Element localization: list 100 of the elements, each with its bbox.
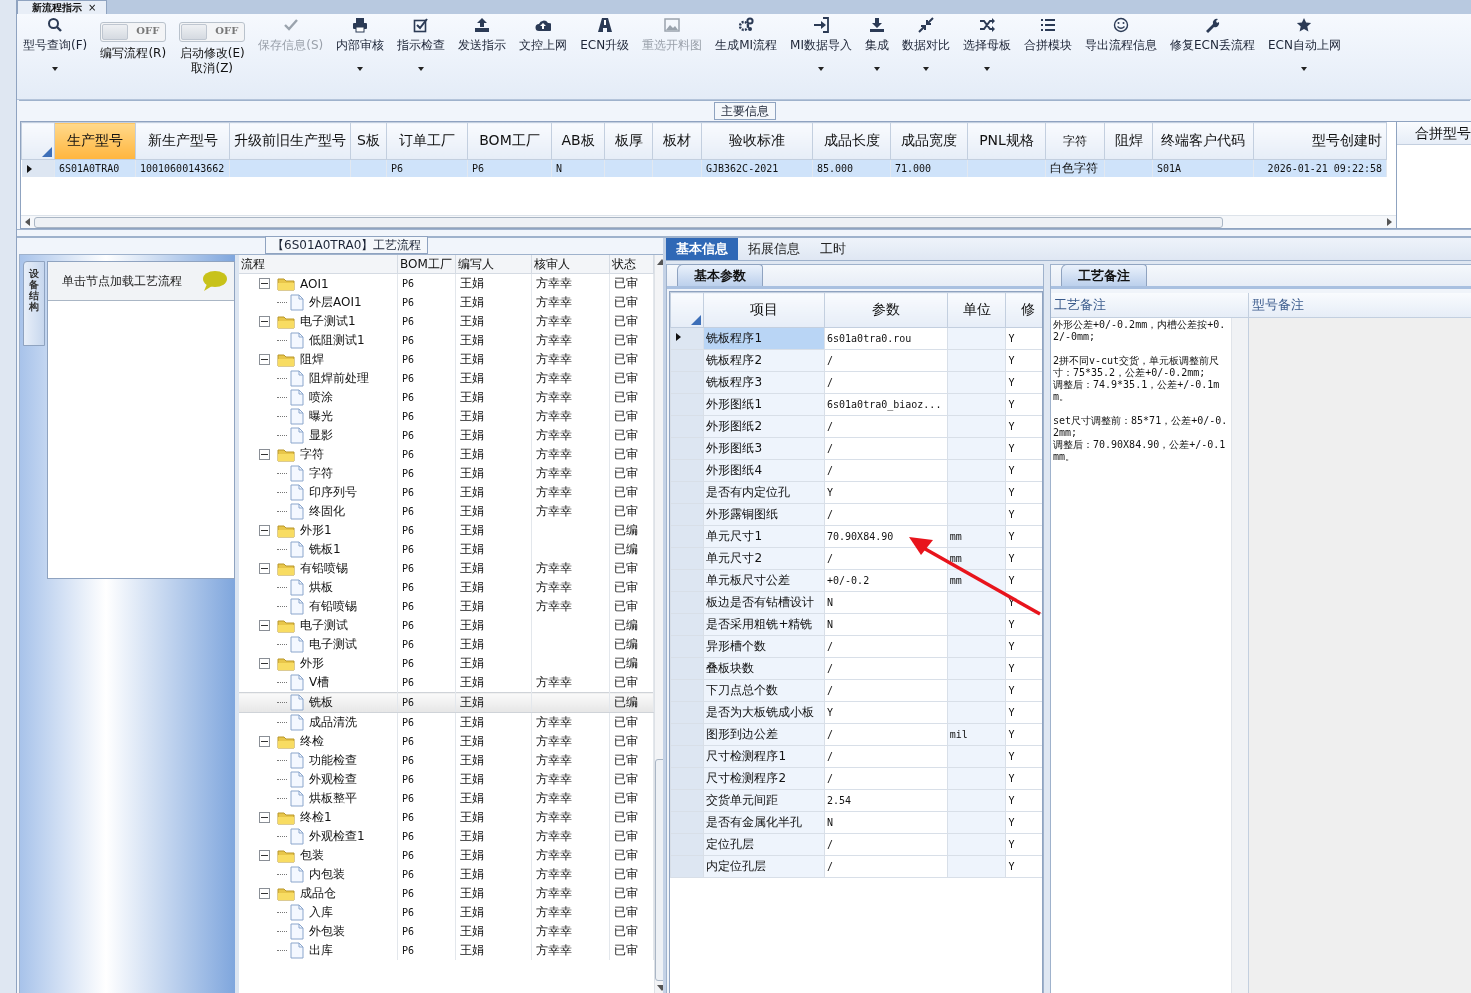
tree-row[interactable]: 铣板 P6 王娟 已编 bbox=[239, 692, 654, 713]
panel-tab[interactable]: 工艺备注 bbox=[1061, 264, 1147, 286]
toolbar-button[interactable]: 型号查询(F) bbox=[23, 14, 88, 87]
collapse-icon[interactable] bbox=[259, 449, 270, 460]
document-tab[interactable]: 新流程指示 × bbox=[17, 0, 108, 14]
column-header[interactable]: 升级前旧生产型号 bbox=[229, 122, 351, 160]
toggle-switch[interactable]: OFF bbox=[179, 22, 246, 42]
collapse-icon[interactable] bbox=[259, 563, 270, 574]
column-header[interactable]: 流程 bbox=[239, 255, 398, 274]
tree-row[interactable]: 成品清洗 P6 王娟 方幸幸 已审 bbox=[239, 712, 654, 732]
column-header[interactable]: S板 bbox=[350, 122, 387, 160]
collapse-icon[interactable] bbox=[259, 812, 270, 823]
collapse-icon[interactable] bbox=[259, 316, 270, 327]
toolbar-button[interactable]: 内部审核 bbox=[336, 14, 385, 87]
notes-field[interactable]: 外形公差+0/-0.2mm，内槽公差按+0.2/-0mm; 2拼不同v-cut交货，单元板调整前尺寸：75*35.2，公差+0/-0.2mm; 调整后：74.9*35.1，公差+/-0.1mm。 set尺寸调整前：85*71，公差+0/-0.2mm; 调整后：70.90X84.90，公差+/-0.1mm。 bbox=[1051, 318, 1248, 993]
tree-row[interactable]: 显影 P6 王娟 方幸幸 已审 bbox=[239, 426, 654, 445]
tree-row[interactable]: 喷涂 P6 王娟 方幸幸 已审 bbox=[239, 388, 654, 407]
notes-field[interactable] bbox=[1249, 318, 1471, 993]
column-header[interactable]: BOM工厂 bbox=[397, 255, 456, 274]
tree-row[interactable]: 内包装 P6 王娟 方幸幸 已审 bbox=[239, 865, 654, 884]
column-header[interactable]: 修 bbox=[1005, 292, 1042, 328]
column-header[interactable]: AB板 bbox=[551, 122, 605, 160]
tree-row[interactable]: 烘板 P6 王娟 方幸幸 已审 bbox=[239, 578, 654, 597]
tree-row[interactable]: 有铅喷锡 P6 王娟 方幸幸 已审 bbox=[239, 597, 654, 616]
collapse-icon[interactable] bbox=[259, 354, 270, 365]
tree-row[interactable]: 成品仓 P6 王娟 方幸幸 已审 bbox=[239, 884, 654, 903]
tree-row[interactable]: 阻焊前处理 P6 王娟 方幸幸 已审 bbox=[239, 369, 654, 388]
column-header[interactable]: 参数 bbox=[824, 292, 948, 328]
tree-row[interactable]: 终固化 P6 王娟 方幸幸 已审 bbox=[239, 502, 654, 521]
column-header[interactable]: 编写人 bbox=[455, 255, 532, 274]
column-header[interactable]: BOM工厂 bbox=[467, 122, 552, 160]
tree-row[interactable]: 电子测试 P6 王娟 已编 bbox=[239, 635, 654, 654]
tree-row[interactable]: 终检1 P6 王娟 方幸幸 已审 bbox=[239, 808, 654, 827]
tree-row[interactable]: 外形 P6 王娟 已编 bbox=[239, 654, 654, 673]
column-header[interactable]: 单位 bbox=[947, 292, 1006, 328]
horizontal-scrollbar[interactable] bbox=[21, 215, 1396, 228]
toolbar-button[interactable]: 数据对比 bbox=[902, 14, 950, 87]
column-header[interactable]: 板材 bbox=[652, 122, 702, 160]
tree-row[interactable]: 出库 P6 王娟 方幸幸 已审 bbox=[239, 941, 654, 960]
tree-row[interactable]: 电子测试1 P6 王娟 方幸幸 已审 bbox=[239, 312, 654, 331]
column-header[interactable]: 板厚 bbox=[604, 122, 653, 160]
tree-row[interactable]: 入库 P6 王娟 方幸幸 已审 bbox=[239, 903, 654, 922]
column-header[interactable]: 验收标准 bbox=[701, 122, 813, 160]
collapse-icon[interactable] bbox=[259, 525, 270, 536]
column-header[interactable]: 订单工厂 bbox=[386, 122, 468, 160]
panel-tab[interactable]: 基本参数 bbox=[677, 264, 763, 286]
tree-row[interactable]: 外观检查 P6 王娟 方幸幸 已审 bbox=[239, 770, 654, 789]
toolbar-button[interactable]: 修复ECN丢流程 bbox=[1170, 14, 1255, 87]
row-selector[interactable] bbox=[670, 327, 704, 350]
tree-row[interactable]: 外观检查1 P6 王娟 方幸幸 已审 bbox=[239, 827, 654, 846]
tree-row[interactable]: 字符 P6 王娟 方幸幸 已审 bbox=[239, 464, 654, 483]
toolbar-button[interactable]: 合拼模块 bbox=[1024, 14, 1072, 87]
tree-row[interactable]: 阻焊 P6 王娟 方幸幸 已审 bbox=[239, 350, 654, 369]
column-header[interactable]: 成品宽度 bbox=[890, 122, 968, 160]
column-header[interactable]: 字符 bbox=[1045, 122, 1105, 160]
tree-row[interactable]: 外层AOI1 P6 王娟 方幸幸 已审 bbox=[239, 293, 654, 312]
tree-row[interactable]: 电子测试 P6 王娟 已编 bbox=[239, 616, 654, 635]
toolbar-button[interactable]: ECN升级 bbox=[580, 14, 630, 87]
toolbar-button[interactable]: MI数据导入 bbox=[790, 14, 852, 87]
collapse-icon[interactable] bbox=[259, 888, 270, 899]
tree-row[interactable]: 印序列号 P6 王娟 方幸幸 已审 bbox=[239, 483, 654, 502]
tab[interactable]: 基本信息 bbox=[666, 238, 738, 260]
column-header[interactable]: 终端客户代码 bbox=[1152, 122, 1254, 160]
tree-row[interactable]: 曝光 P6 王娟 方幸幸 已审 bbox=[239, 407, 654, 426]
tree-row[interactable]: 功能检查 P6 王娟 方幸幸 已审 bbox=[239, 751, 654, 770]
collapse-icon[interactable] bbox=[259, 736, 270, 747]
close-icon[interactable]: × bbox=[88, 1, 97, 14]
tree-row[interactable]: 外形1 P6 王娟 已编 bbox=[239, 521, 654, 540]
toggle-switch[interactable]: OFF bbox=[100, 22, 167, 42]
collapse-icon[interactable] bbox=[259, 278, 270, 289]
column-header[interactable]: 阻焊 bbox=[1104, 122, 1153, 160]
tree-row[interactable]: AOI1 P6 王娟 方幸幸 已审 bbox=[239, 273, 654, 293]
toolbar-button[interactable]: 文控上网 bbox=[519, 14, 568, 87]
collapse-icon[interactable] bbox=[259, 658, 270, 669]
column-header[interactable]: PNL规格 bbox=[967, 122, 1046, 160]
tab[interactable]: 拓展信息 bbox=[738, 238, 810, 260]
column-header[interactable]: 核审人 bbox=[531, 255, 610, 274]
tab[interactable]: 工时 bbox=[810, 238, 856, 260]
toolbar-button[interactable]: 选择母板 bbox=[963, 14, 1011, 87]
tree-row[interactable]: 有铅喷锡 P6 王娟 方幸幸 已审 bbox=[239, 559, 654, 578]
tree-row[interactable]: 包装 P6 王娟 方幸幸 已审 bbox=[239, 846, 654, 865]
column-header[interactable]: 状态 bbox=[609, 255, 654, 274]
collapse-icon[interactable] bbox=[259, 850, 270, 861]
column-header[interactable]: 新生产型号 bbox=[135, 122, 230, 160]
toolbar-button[interactable]: 集成 bbox=[865, 14, 889, 87]
toolbar-button[interactable]: 发送指示 bbox=[458, 14, 507, 87]
column-header[interactable]: 合拼型号 bbox=[1397, 122, 1471, 145]
tree-row[interactable]: 铣板1 P6 王娟 已编 bbox=[239, 540, 654, 559]
tree-row[interactable]: 烘板整平 P6 王娟 方幸幸 已审 bbox=[239, 789, 654, 808]
toolbar-button[interactable]: 指示检查 bbox=[397, 14, 446, 87]
column-header[interactable]: 型号创建时 bbox=[1253, 122, 1387, 160]
toolbar-button[interactable]: ECN自动上网 bbox=[1267, 14, 1341, 87]
toolbar-button[interactable]: 生成MI流程 bbox=[715, 14, 778, 87]
tree-row[interactable]: 字符 P6 王娟 方幸幸 已审 bbox=[239, 445, 654, 464]
column-header[interactable]: 项目 bbox=[703, 292, 825, 328]
tree-row[interactable]: 外包装 P6 王娟 方幸幸 已审 bbox=[239, 922, 654, 941]
vertical-tab[interactable]: 设备结构 bbox=[23, 261, 45, 346]
tree-row[interactable]: 低阻测试1 P6 王娟 方幸幸 已审 bbox=[239, 331, 654, 350]
column-header[interactable]: 成品长度 bbox=[812, 122, 891, 160]
tree-row[interactable]: 终检 P6 王娟 方幸幸 已审 bbox=[239, 732, 654, 751]
